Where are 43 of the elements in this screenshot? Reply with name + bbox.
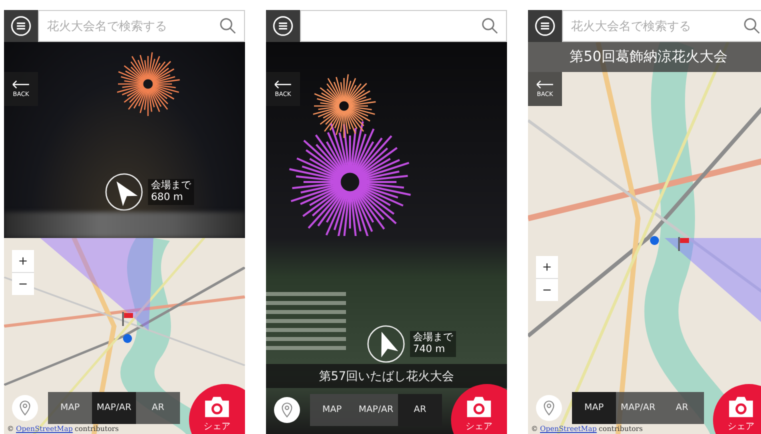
location-pin-icon (19, 400, 31, 416)
search-icon[interactable] (219, 17, 237, 35)
distance-value: 680 m (151, 192, 184, 204)
mode-tab[interactable]: MAP/AR (92, 392, 136, 424)
search-field[interactable] (300, 10, 507, 42)
zoom-in-button[interactable]: + (536, 256, 558, 278)
mode-tab[interactable]: MAP/AR (354, 394, 398, 426)
camera-icon (727, 396, 755, 418)
back-arrow-icon (536, 80, 554, 89)
distance-label: 会場まで (151, 180, 191, 192)
search-field[interactable]: 花火大会名で検索する (38, 10, 245, 42)
camera-icon (203, 396, 231, 418)
mode-tab[interactable]: AR (660, 392, 704, 424)
back-arrow-icon (274, 80, 292, 89)
location-pin-icon (281, 402, 293, 418)
search-icon[interactable] (743, 17, 761, 35)
event-title: 第50回葛飾納涼花火大会 (528, 42, 761, 72)
back-arrow-icon (12, 80, 30, 89)
search-field[interactable]: 花火大会名で検索する (562, 10, 761, 42)
distance-value: 740 m (413, 344, 446, 356)
menu-icon (10, 15, 32, 37)
search-icon[interactable] (481, 17, 499, 35)
mode-tab[interactable]: MAP/AR (616, 392, 660, 424)
camera-icon (465, 396, 493, 418)
mode-tab[interactable]: MAP (48, 392, 92, 424)
event-title: 第57回いたばし花火大会 (266, 364, 507, 388)
menu-button[interactable] (266, 10, 300, 42)
mode-tab[interactable]: MAP (310, 394, 354, 426)
zoom-out-button[interactable]: − (536, 279, 558, 301)
menu-button[interactable] (4, 10, 38, 42)
location-pin-icon (543, 400, 555, 416)
zoom-out-button[interactable]: − (12, 273, 34, 295)
flag-icon (122, 312, 134, 326)
zoom-in-button[interactable]: + (12, 250, 34, 272)
menu-button[interactable] (528, 10, 562, 42)
menu-icon (272, 15, 294, 37)
mode-tab[interactable]: MAP (572, 392, 616, 424)
firework-drawing (114, 50, 182, 118)
menu-icon (534, 15, 556, 37)
mode-tab[interactable]: AR (136, 392, 180, 424)
mode-tab[interactable]: AR (398, 394, 442, 426)
flag-icon (678, 237, 690, 251)
distance-label: 会場まで (413, 332, 453, 344)
